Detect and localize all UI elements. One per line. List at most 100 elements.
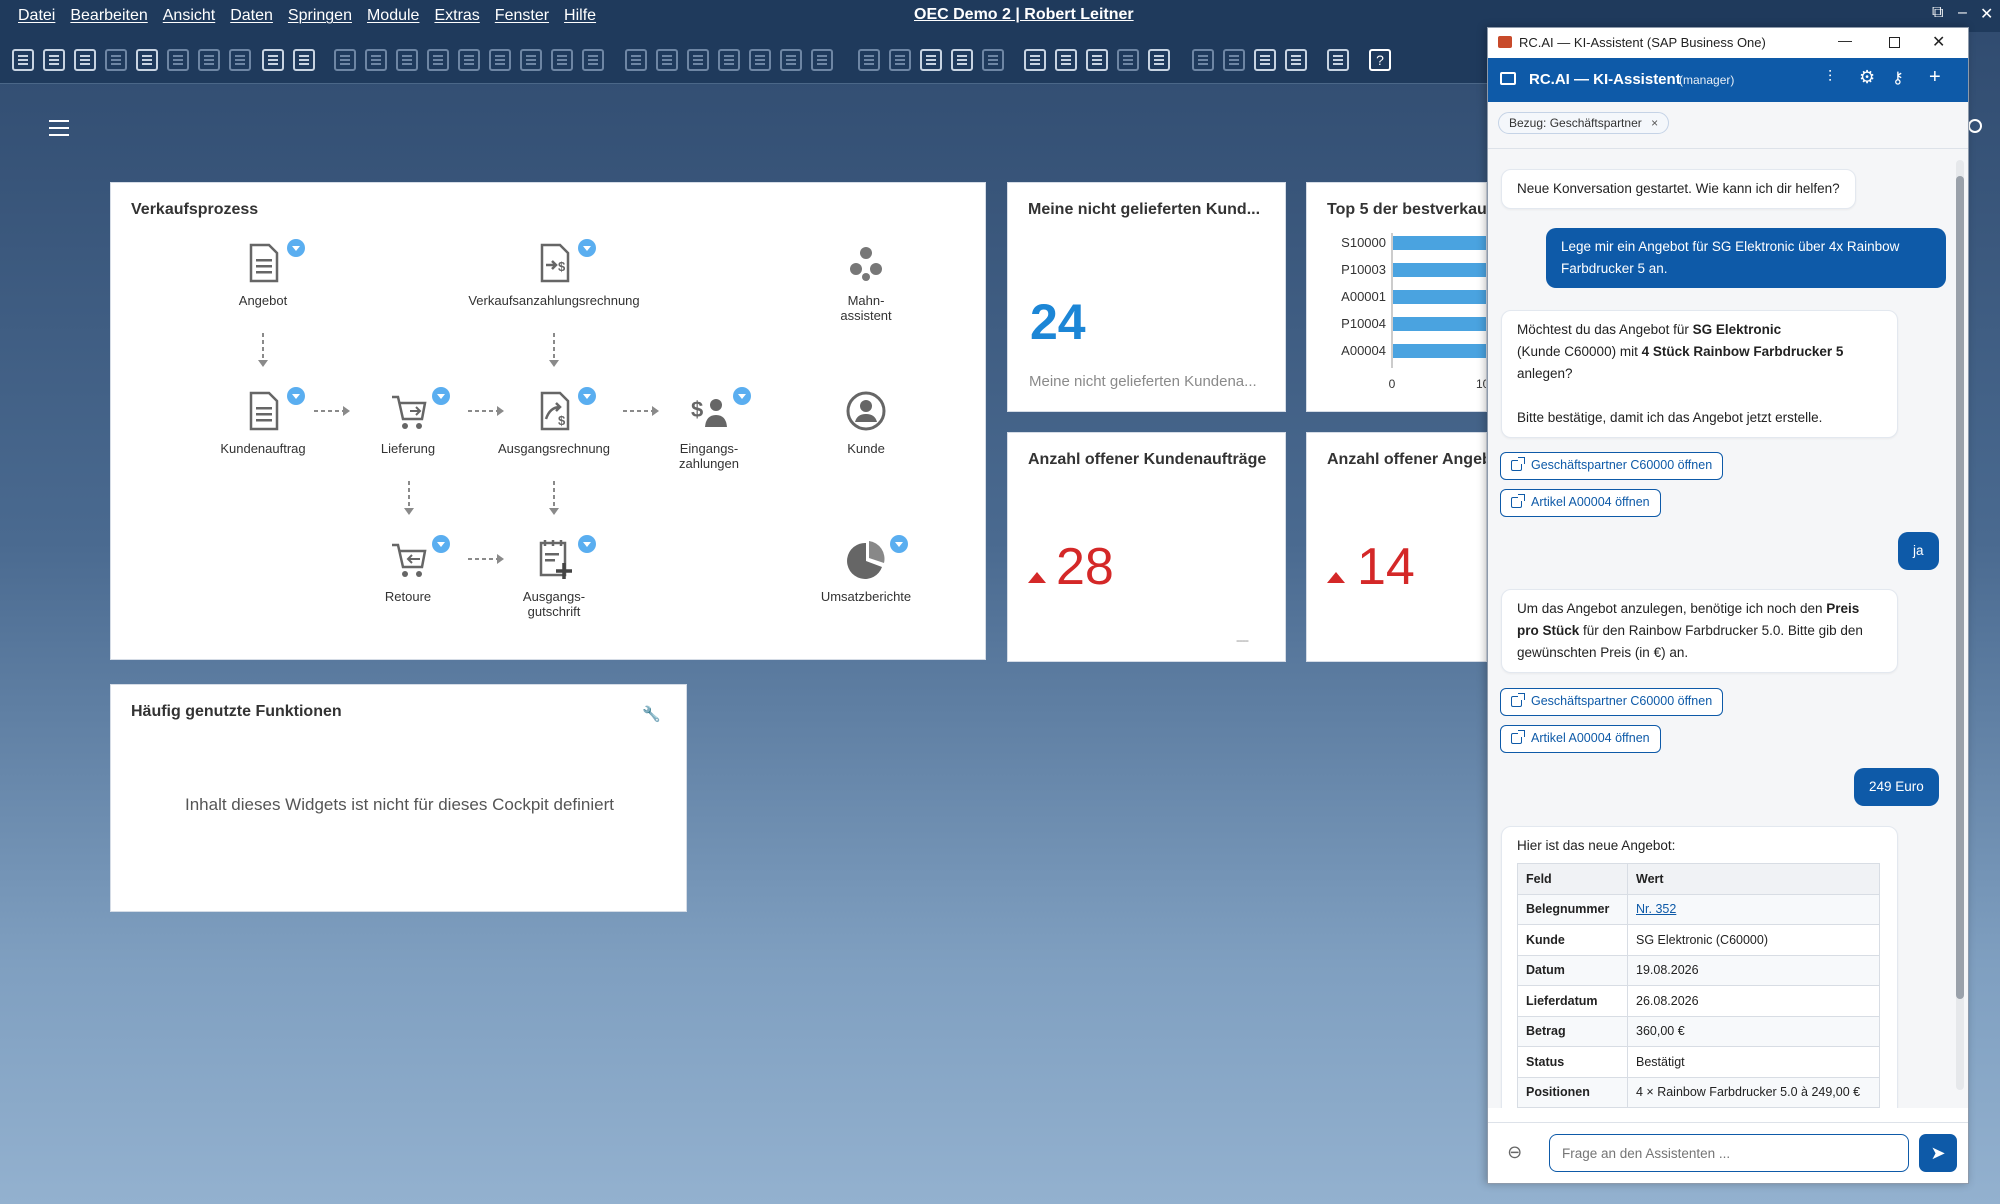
dropdown-badge-icon[interactable] (287, 387, 305, 405)
last-record-icon[interactable] (489, 49, 511, 71)
hamburger-menu-icon[interactable] (49, 120, 69, 136)
alerts-icon[interactable] (982, 49, 1004, 71)
freight-icon[interactable] (780, 49, 802, 71)
node-umsatzberichte[interactable]: Umsatzberichte (776, 535, 956, 604)
menu-extras[interactable]: Extras (434, 7, 479, 25)
layout-designer-icon[interactable] (858, 49, 880, 71)
bar-A00004[interactable] (1393, 344, 1487, 358)
messages-icon[interactable] (951, 49, 973, 71)
analytics-icon[interactable] (1285, 49, 1307, 71)
word-icon[interactable] (198, 49, 220, 71)
remove-context-icon[interactable]: × (1651, 116, 1658, 130)
dropdown-badge-icon[interactable] (578, 535, 596, 553)
gear-icon[interactable]: ⚙ (1859, 67, 1875, 88)
node-verkaufsanzahlungsrechnung[interactable]: $ Verkaufsanzahlungsrechnung (464, 239, 644, 308)
gross-profit-icon[interactable] (687, 49, 709, 71)
print-preview-icon[interactable] (12, 49, 34, 71)
form-settings-icon[interactable] (889, 49, 911, 71)
new-chat-icon[interactable]: + (1929, 66, 1941, 89)
web-icon[interactable] (1327, 49, 1349, 71)
maximize-icon[interactable] (1889, 37, 1900, 48)
document-link[interactable]: Nr. 352 (1636, 902, 1676, 916)
open-article-button[interactable]: Artikel A00004 öffnen (1500, 725, 1661, 753)
base-document-icon[interactable] (625, 49, 647, 71)
refresh-icon[interactable] (520, 49, 542, 71)
find-icon[interactable] (334, 49, 356, 71)
dropdown-badge-icon[interactable] (733, 387, 751, 405)
launch-icon[interactable] (1254, 49, 1276, 71)
chat-input[interactable] (1549, 1134, 1909, 1172)
scrollbar-thumb[interactable] (1956, 176, 1964, 999)
sort-icon[interactable] (582, 49, 604, 71)
payment-icon[interactable] (749, 49, 771, 71)
dropdown-badge-icon[interactable] (890, 535, 908, 553)
calendar-icon[interactable] (1024, 49, 1046, 71)
drag-relate-icon[interactable] (1192, 49, 1214, 71)
menu-springen[interactable]: Springen (288, 7, 352, 25)
paperclip-icon[interactable]: ⊘ (1502, 1140, 1527, 1166)
pdf-icon[interactable] (229, 49, 251, 71)
node-angebot[interactable]: Angebot (173, 239, 353, 308)
dropdown-badge-icon[interactable] (287, 239, 305, 257)
bar-S10000[interactable] (1393, 236, 1487, 250)
target-document-icon[interactable] (656, 49, 678, 71)
key-icon[interactable]: ⚷ (1892, 68, 1904, 88)
send-button[interactable]: ➤ (1919, 1134, 1957, 1172)
tune-icon[interactable]: ⫶ (1828, 69, 1832, 87)
menu-ansicht[interactable]: Ansicht (163, 7, 215, 25)
node-ausgangsrechnung[interactable]: $ Ausgangsrechnung (464, 387, 644, 456)
menu-hilfe[interactable]: Hilfe (564, 7, 596, 25)
menu-module[interactable]: Module (367, 7, 419, 25)
menu-bearbeiten[interactable]: Bearbeiten (70, 7, 147, 25)
dropdown-badge-icon[interactable] (578, 239, 596, 257)
bar-P10003[interactable] (1393, 263, 1487, 277)
restore-icon[interactable]: ⧉ (1932, 4, 1943, 22)
move-icon[interactable] (262, 49, 284, 71)
previous-record-icon[interactable] (427, 49, 449, 71)
help-icon[interactable]: ? (1369, 49, 1391, 71)
open-partner-button[interactable]: Geschäftspartner C60000 öffnen (1500, 688, 1724, 716)
dropdown-badge-icon[interactable] (578, 387, 596, 405)
node-kunde[interactable]: Kunde (776, 389, 956, 456)
undelivered-orders-widget[interactable]: Meine nicht gelieferten Kund... 24 Meine… (1007, 182, 1286, 412)
menu-fenster[interactable]: Fenster (495, 7, 549, 25)
node-ausgangsgutschrift[interactable]: Ausgangs- gutschrift (464, 535, 644, 619)
dropdown-badge-icon[interactable] (432, 535, 450, 553)
first-record-icon[interactable] (396, 49, 418, 71)
search-icon[interactable] (1968, 119, 1982, 133)
minimize-icon[interactable]: – (1958, 4, 1967, 22)
email-icon[interactable] (105, 49, 127, 71)
print-icon[interactable] (43, 49, 65, 71)
menu-daten[interactable]: Daten (230, 7, 273, 25)
filter-icon[interactable] (551, 49, 573, 71)
logoff-icon[interactable] (1148, 49, 1170, 71)
add-icon[interactable] (365, 49, 387, 71)
menu-datei[interactable]: Datei (18, 7, 55, 25)
wrench-icon[interactable]: 🔧 (642, 705, 661, 723)
bar-A00001[interactable] (1393, 290, 1487, 304)
settings-icon[interactable] (920, 49, 942, 71)
scrollbar-track[interactable] (1956, 160, 1964, 1090)
next-record-icon[interactable] (458, 49, 480, 71)
lock-icon[interactable] (293, 49, 315, 71)
calculator-icon[interactable] (1086, 49, 1108, 71)
users-icon[interactable] (1117, 49, 1139, 71)
excel-icon[interactable] (167, 49, 189, 71)
close-icon[interactable]: ✕ (1932, 32, 1945, 52)
close-window-icon[interactable]: ✕ (1980, 4, 1993, 24)
minimize-icon[interactable]: — (1838, 32, 1852, 48)
open-article-button[interactable]: Artikel A00004 öffnen (1500, 489, 1661, 517)
activity-icon[interactable] (1055, 49, 1077, 71)
dropdown-badge-icon[interactable] (432, 387, 450, 405)
open-quotes-widget[interactable]: Anzahl offener Angeb 14 (1306, 432, 1487, 662)
volume-weight-icon[interactable] (811, 49, 833, 71)
node-eingangszahlungen[interactable]: $ Eingangs- zahlungen (619, 387, 799, 471)
node-mahnassistent[interactable]: Mahn- assistent (776, 241, 956, 323)
open-orders-widget[interactable]: Anzahl offener Kundenaufträge 28 ---- (1007, 432, 1286, 662)
fax-icon[interactable] (74, 49, 96, 71)
bar-P10004[interactable] (1393, 317, 1487, 331)
dashboard-icon[interactable] (1223, 49, 1245, 71)
open-partner-button[interactable]: Geschäftspartner C60000 öffnen (1500, 452, 1724, 480)
sms-icon[interactable] (136, 49, 158, 71)
journal-icon[interactable] (718, 49, 740, 71)
